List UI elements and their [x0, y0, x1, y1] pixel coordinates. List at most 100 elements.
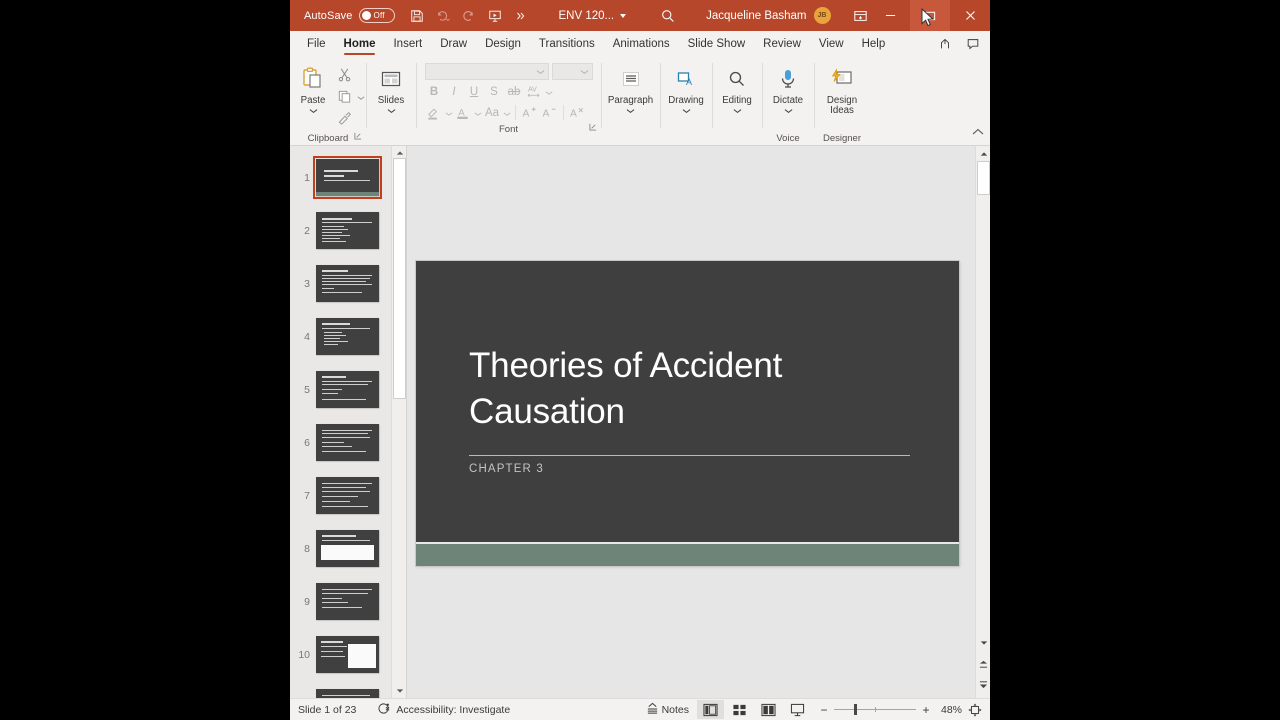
zoom-control[interactable]: − + 48% — [819, 703, 962, 717]
slide-show-view-button[interactable] — [784, 700, 811, 719]
thumbnail-item[interactable]: 2 — [290, 204, 390, 257]
text-highlight-color-icon[interactable] — [425, 103, 444, 122]
text-shadow-button[interactable]: S — [485, 82, 504, 101]
zoom-level[interactable]: 48% — [936, 704, 962, 716]
character-spacing-icon[interactable]: AV — [525, 82, 544, 101]
search-icon[interactable] — [660, 8, 676, 24]
slide-title[interactable]: Theories of Accident Causation — [469, 343, 919, 435]
zoom-slider[interactable] — [834, 704, 916, 715]
dictate-button[interactable]: Dictate — [768, 62, 808, 117]
thumbnail-item[interactable]: 9 — [290, 575, 390, 628]
tab-draw[interactable]: Draw — [431, 31, 476, 57]
thumbnail-item[interactable]: 4 — [290, 310, 390, 363]
thumbnail-slide-5[interactable] — [316, 371, 379, 408]
cut-icon[interactable] — [335, 65, 354, 84]
redo-icon[interactable] — [457, 4, 481, 28]
undo-icon[interactable] — [431, 4, 455, 28]
tab-animations[interactable]: Animations — [604, 31, 679, 57]
notes-button[interactable]: Notes — [640, 702, 695, 718]
chevron-down-icon[interactable] — [357, 88, 365, 106]
reading-view-button[interactable] — [755, 700, 782, 719]
drawing-button[interactable]: A Drawing — [666, 62, 706, 117]
account-control[interactable]: Jacqueline Basham JB — [706, 7, 831, 24]
thumbnail-item[interactable]: 8 — [290, 522, 390, 575]
editing-button[interactable]: Editing — [718, 62, 756, 117]
thumbnail-slide-9[interactable] — [316, 583, 379, 620]
ribbon-display-options-icon[interactable] — [853, 9, 868, 23]
font-dialog-launcher[interactable] — [589, 121, 597, 136]
copy-icon[interactable] — [335, 87, 354, 106]
collapse-ribbon-button[interactable] — [972, 123, 984, 141]
share-icon[interactable] — [932, 33, 958, 55]
thumbnail-item[interactable]: 3 — [290, 257, 390, 310]
increase-font-size-icon[interactable]: A — [520, 103, 539, 122]
tab-file[interactable]: File — [298, 31, 335, 57]
slide-subtitle[interactable]: CHAPTER 3 — [469, 463, 544, 475]
tab-view[interactable]: View — [810, 31, 853, 57]
tab-help[interactable]: Help — [853, 31, 895, 57]
decrease-font-size-icon[interactable]: A — [540, 103, 559, 122]
thumbnail-item[interactable]: 11 — [290, 681, 390, 698]
current-slide[interactable]: Theories of Accident Causation CHAPTER 3 — [416, 261, 959, 566]
paragraph-button[interactable]: Paragraph — [608, 62, 653, 117]
slide-canvas[interactable]: Theories of Accident Causation CHAPTER 3 — [407, 146, 990, 698]
thumbnail-slide-3[interactable] — [316, 265, 379, 302]
italic-button[interactable]: I — [445, 82, 464, 101]
thumbnail-slide-7[interactable] — [316, 477, 379, 514]
tab-transitions[interactable]: Transitions — [530, 31, 604, 57]
restore-button[interactable] — [910, 0, 950, 31]
thumbnail-item[interactable]: 7 — [290, 469, 390, 522]
clear-formatting-icon[interactable]: A — [568, 103, 587, 122]
scroll-down-icon[interactable] — [976, 635, 990, 650]
canvas-scrollbar[interactable] — [975, 146, 990, 698]
slide-counter[interactable]: Slide 1 of 23 — [298, 704, 356, 716]
chevron-down-icon[interactable] — [474, 104, 482, 122]
thumbnail-slide-8[interactable] — [316, 530, 379, 567]
document-name[interactable]: ENV 120... — [559, 10, 627, 22]
save-icon[interactable] — [405, 4, 429, 28]
start-presentation-icon[interactable] — [483, 4, 507, 28]
thumbnail-slide-11[interactable] — [316, 689, 379, 698]
comments-icon[interactable] — [960, 33, 986, 55]
previous-slide-button[interactable] — [976, 657, 990, 672]
zoom-in-button[interactable]: + — [921, 703, 931, 717]
clipboard-dialog-launcher[interactable] — [354, 130, 362, 145]
tab-slide-show[interactable]: Slide Show — [679, 31, 755, 57]
thumbnail-slide-10[interactable] — [316, 636, 379, 673]
zoom-slider-handle[interactable] — [854, 704, 857, 715]
autosave-control[interactable]: AutoSave Off — [304, 8, 395, 23]
tab-home[interactable]: Home — [335, 31, 385, 57]
font-color-icon[interactable]: A — [454, 103, 473, 122]
scroll-down-icon[interactable] — [392, 684, 406, 698]
thumbnail-item[interactable]: 6 — [290, 416, 390, 469]
next-slide-button[interactable] — [976, 677, 990, 692]
thumbnail-slide-4[interactable] — [316, 318, 379, 355]
thumbnail-item[interactable]: 10 — [290, 628, 390, 681]
minimize-button[interactable] — [870, 0, 910, 31]
fit-to-window-button[interactable] — [964, 702, 986, 717]
autosave-toggle[interactable]: Off — [358, 8, 395, 23]
scroll-up-icon[interactable] — [976, 146, 990, 161]
thumbnail-item[interactable]: 5 — [290, 363, 390, 416]
tab-insert[interactable]: Insert — [384, 31, 431, 57]
chevron-down-icon[interactable] — [503, 104, 511, 122]
thumbnail-scrollbar-thumb[interactable] — [393, 158, 406, 399]
slide-sorter-view-button[interactable] — [726, 700, 753, 719]
canvas-scrollbar-thumb[interactable] — [977, 161, 990, 195]
thumbnail-scrollbar[interactable] — [391, 146, 406, 698]
format-painter-icon[interactable] — [335, 109, 354, 128]
slides-button[interactable]: Slides — [372, 62, 410, 117]
underline-button[interactable]: U — [465, 82, 484, 101]
chevron-down-icon[interactable] — [545, 83, 553, 101]
thumbnail-slide-1[interactable] — [312, 155, 383, 200]
paste-button[interactable]: Paste — [291, 62, 335, 117]
design-ideas-button[interactable]: Design Ideas — [820, 62, 864, 117]
close-button[interactable] — [950, 0, 990, 31]
strikethrough-button[interactable]: ab — [505, 82, 524, 101]
font-size-combobox[interactable] — [551, 63, 593, 80]
thumbnail-item[interactable]: 1 — [290, 151, 390, 204]
font-name-combobox[interactable] — [424, 63, 549, 80]
normal-view-button[interactable] — [697, 700, 724, 719]
zoom-out-button[interactable]: − — [819, 703, 829, 717]
thumbnail-slide-2[interactable] — [316, 212, 379, 249]
